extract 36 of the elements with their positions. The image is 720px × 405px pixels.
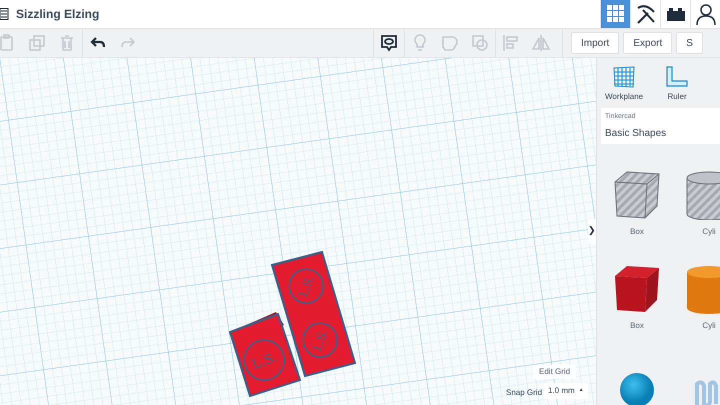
eye-note-icon: [380, 34, 398, 52]
ruler-icon: [665, 66, 690, 88]
snap-grid-label: Snap Grid: [506, 387, 542, 399]
squiggle-shape-icon: [694, 378, 720, 405]
shape-tile[interactable]: Cyli: [673, 260, 720, 340]
solid-cylinder-icon: [685, 264, 720, 314]
panel-tool-button[interactable]: Workplane: [605, 66, 644, 105]
striped-box-icon: [613, 170, 661, 220]
collapse-panel-button[interactable]: ❯: [588, 219, 596, 243]
clipboard-icon: [0, 34, 16, 52]
group-icon: [441, 34, 459, 52]
striped-cylinder-icon: [685, 170, 720, 220]
mirror-icon: [532, 34, 550, 52]
design-title[interactable]: Sizzling Elzing: [16, 5, 100, 23]
user-icon: [694, 3, 716, 25]
duplicate-icon: [28, 34, 46, 52]
grid-icon: [606, 5, 624, 23]
view-toggle-button[interactable]: [600, 0, 630, 28]
shape-tile[interactable]: Box: [601, 166, 673, 246]
grid-plane-icon: [612, 66, 636, 88]
pickaxe-icon: [634, 3, 656, 25]
action-button[interactable]: Import: [571, 32, 620, 54]
edit-grid-button[interactable]: Edit Grid: [533, 365, 576, 379]
blocks-model-drawing: L.S. L.S. L.S.: [226, 250, 358, 398]
action-button[interactable]: Export: [623, 32, 672, 54]
ungroup-icon: [471, 34, 489, 52]
lightbulb-icon: [411, 34, 429, 52]
shape-tile[interactable]: Box: [601, 260, 673, 340]
align-icon: [502, 34, 520, 52]
trash-icon: [58, 34, 76, 52]
brick-icon: [666, 6, 686, 22]
action-button[interactable]: S: [676, 32, 703, 54]
panel-tool-button[interactable]: Ruler: [665, 66, 690, 105]
shape-tile[interactable]: Cyli: [673, 166, 720, 246]
menu-icon[interactable]: [0, 8, 9, 20]
solid-box-icon: [613, 264, 661, 314]
